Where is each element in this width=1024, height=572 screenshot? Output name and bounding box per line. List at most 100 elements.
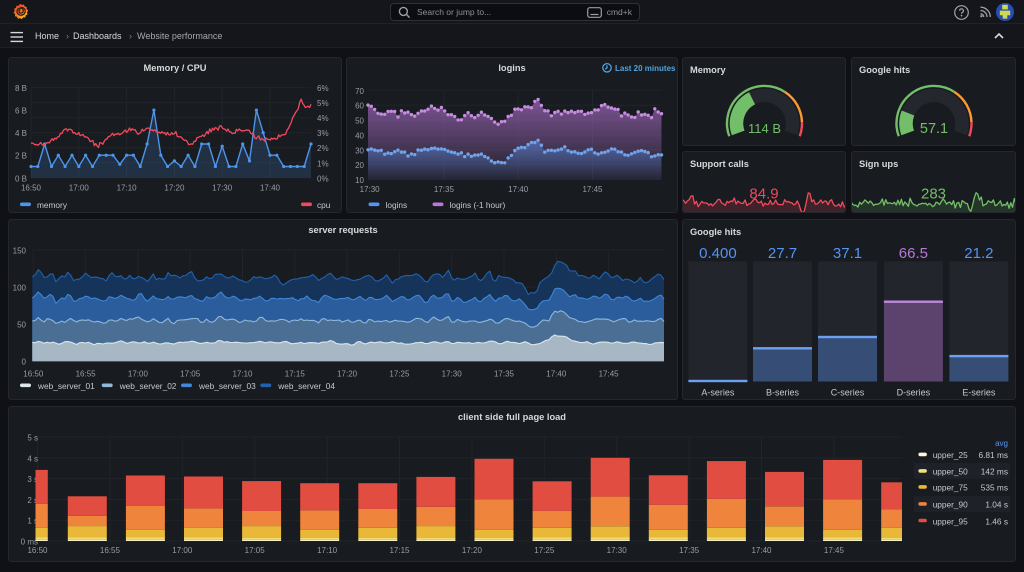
svg-text:4 s: 4 s <box>27 454 38 463</box>
svg-text:17:15: 17:15 <box>389 546 410 555</box>
svg-text:1%: 1% <box>317 159 329 168</box>
svg-text:17:00: 17:00 <box>69 184 90 193</box>
svg-text:17:20: 17:20 <box>462 546 483 555</box>
svg-text:30: 30 <box>355 146 364 155</box>
svg-text:upper_25: upper_25 <box>933 450 968 460</box>
svg-text:logins: logins <box>498 63 525 73</box>
svg-text:17:15: 17:15 <box>285 370 306 379</box>
svg-text:Last 20 minutes: Last 20 minutes <box>615 64 676 73</box>
svg-text:cpu: cpu <box>317 200 331 210</box>
svg-text:E-series: E-series <box>962 388 996 398</box>
svg-text:0.400: 0.400 <box>699 245 737 262</box>
svg-text:2 B: 2 B <box>15 152 27 161</box>
svg-text:Memory: Memory <box>690 65 726 75</box>
svg-text:web_server_03: web_server_03 <box>198 381 256 391</box>
svg-text:0 B: 0 B <box>15 174 27 183</box>
svg-text:logins: logins <box>386 200 408 210</box>
svg-text:C-series: C-series <box>831 388 865 398</box>
svg-text:17:20: 17:20 <box>164 184 185 193</box>
svg-text:5 s: 5 s <box>27 434 38 443</box>
svg-text:114 B: 114 B <box>748 121 781 136</box>
svg-text:4 B: 4 B <box>15 129 27 138</box>
svg-text:17:40: 17:40 <box>260 184 281 193</box>
svg-text:Support calls: Support calls <box>690 159 749 169</box>
svg-text:17:45: 17:45 <box>824 546 845 555</box>
svg-text:6 B: 6 B <box>15 107 27 116</box>
svg-text:6%: 6% <box>317 84 329 93</box>
svg-text:17:30: 17:30 <box>607 546 628 555</box>
svg-text:3%: 3% <box>317 129 329 138</box>
svg-text:50: 50 <box>355 117 364 126</box>
svg-text:17:10: 17:10 <box>232 370 253 379</box>
svg-text:17:35: 17:35 <box>434 185 455 194</box>
svg-text:17:20: 17:20 <box>337 370 358 379</box>
svg-text:17:05: 17:05 <box>180 370 201 379</box>
svg-text:17:00: 17:00 <box>128 370 149 379</box>
svg-text:37.1: 37.1 <box>833 245 862 262</box>
svg-text:17:30: 17:30 <box>442 370 463 379</box>
svg-text:17:30: 17:30 <box>212 184 233 193</box>
svg-text:17:25: 17:25 <box>534 546 555 555</box>
svg-text:Sign ups: Sign ups <box>859 159 898 169</box>
svg-text:60: 60 <box>355 102 364 111</box>
svg-text:A-series: A-series <box>701 388 735 398</box>
svg-text:5%: 5% <box>317 99 329 108</box>
svg-text:17:10: 17:10 <box>317 546 338 555</box>
svg-text:logins (-1 hour): logins (-1 hour) <box>450 200 506 210</box>
svg-text:70: 70 <box>355 87 364 96</box>
svg-text:66.5: 66.5 <box>899 245 928 262</box>
svg-text:web_server_01: web_server_01 <box>37 381 95 391</box>
svg-text:Google hits: Google hits <box>690 227 741 237</box>
svg-text:17:40: 17:40 <box>546 370 567 379</box>
svg-text:142 ms: 142 ms <box>981 467 1008 477</box>
svg-text:1.04 s: 1.04 s <box>985 500 1008 510</box>
svg-text:8 B: 8 B <box>15 84 27 93</box>
svg-text:upper_75: upper_75 <box>933 483 968 493</box>
svg-text:web_server_04: web_server_04 <box>277 381 335 391</box>
svg-text:server requests: server requests <box>308 225 377 235</box>
svg-text:17:40: 17:40 <box>508 185 529 194</box>
svg-text:16:50: 16:50 <box>27 546 48 555</box>
svg-text:17:00: 17:00 <box>172 546 193 555</box>
svg-text:16:55: 16:55 <box>76 370 97 379</box>
svg-text:17:25: 17:25 <box>389 370 410 379</box>
svg-text:283: 283 <box>921 186 946 203</box>
svg-text:17:45: 17:45 <box>582 185 603 194</box>
svg-text:17:05: 17:05 <box>245 546 266 555</box>
svg-text:Google hits: Google hits <box>859 65 910 75</box>
svg-text:D-series: D-series <box>897 388 931 398</box>
svg-text:16:55: 16:55 <box>100 546 121 555</box>
svg-text:avg: avg <box>995 439 1008 448</box>
svg-text:57.1: 57.1 <box>920 121 948 137</box>
svg-text:17:45: 17:45 <box>599 370 620 379</box>
svg-text:535 ms: 535 ms <box>981 483 1008 493</box>
svg-text:0: 0 <box>22 358 27 367</box>
svg-text:B-series: B-series <box>766 388 800 398</box>
svg-text:40: 40 <box>355 131 364 140</box>
svg-text:0%: 0% <box>317 174 329 183</box>
svg-text:Memory / CPU: Memory / CPU <box>143 63 206 73</box>
svg-text:20: 20 <box>355 161 364 170</box>
svg-text:4%: 4% <box>317 114 329 123</box>
svg-text:6.81 ms: 6.81 ms <box>978 450 1008 460</box>
svg-text:16:50: 16:50 <box>23 370 44 379</box>
svg-text:21.2: 21.2 <box>964 245 993 262</box>
svg-text:100: 100 <box>13 284 27 293</box>
svg-text:17:35: 17:35 <box>679 546 700 555</box>
svg-text:1.46 s: 1.46 s <box>985 516 1008 526</box>
svg-text:17:30: 17:30 <box>360 185 381 194</box>
svg-text:web_server_02: web_server_02 <box>119 381 177 391</box>
svg-text:84.9: 84.9 <box>749 186 778 203</box>
svg-text:10: 10 <box>355 176 364 185</box>
svg-text:17:40: 17:40 <box>751 546 772 555</box>
svg-text:17:35: 17:35 <box>494 370 515 379</box>
svg-text:27.7: 27.7 <box>768 245 797 262</box>
svg-text:150: 150 <box>13 246 27 255</box>
svg-text:upper_90: upper_90 <box>933 500 968 510</box>
svg-text:17:10: 17:10 <box>117 184 138 193</box>
svg-text:memory: memory <box>37 200 68 210</box>
svg-text:client side full page load: client side full page load <box>458 412 566 422</box>
svg-text:upper_50: upper_50 <box>933 467 968 477</box>
svg-text:16:50: 16:50 <box>21 184 42 193</box>
svg-text:2%: 2% <box>317 144 329 153</box>
